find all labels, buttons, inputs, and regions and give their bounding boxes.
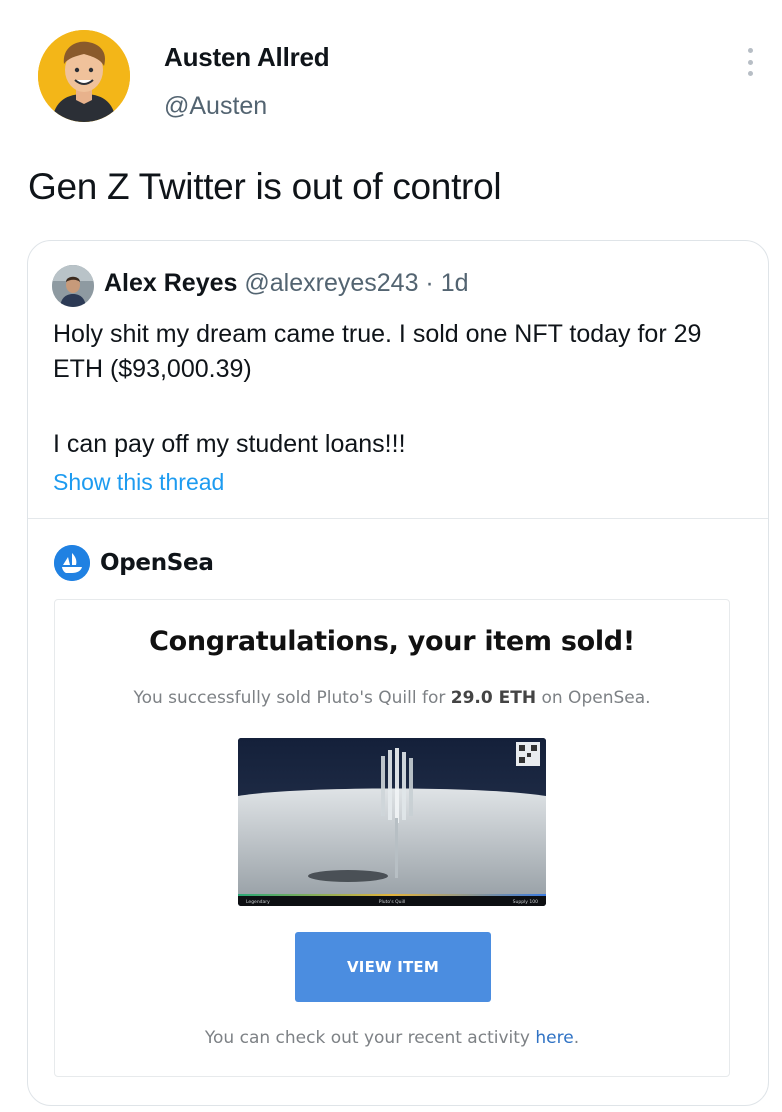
- nft-artwork: Legendary Pluto's Quill Supply 100: [238, 738, 546, 906]
- email-title: Congratulations, your item sold!: [149, 626, 635, 657]
- dot: [747, 59, 753, 65]
- avatar-portrait-icon: [38, 30, 130, 122]
- activity-link[interactable]: here: [535, 1028, 573, 1048]
- avatar-portrait-icon: [52, 265, 94, 307]
- quoted-author-avatar[interactable]: [52, 265, 94, 307]
- quoted-tweet-meta: Alex Reyes @alexreyes243 · 1d: [104, 269, 469, 298]
- email-subtitle: You successfully sold Pluto's Quill for …: [55, 688, 729, 708]
- author-name[interactable]: Austen Allred: [164, 42, 330, 73]
- author-avatar[interactable]: [38, 30, 130, 122]
- sale-amount: 29.0 ETH: [450, 688, 537, 708]
- quoted-author-name[interactable]: Alex Reyes: [104, 269, 237, 297]
- nft-label-right: Supply 100: [513, 899, 538, 905]
- quoted-tweet-text: Holy shit my dream came true. I sold one…: [53, 317, 753, 462]
- quoted-tweet-line: Holy shit my dream came true. I sold one…: [53, 320, 702, 383]
- opensea-logo-icon: [54, 545, 90, 581]
- more-vertical-icon[interactable]: [740, 44, 760, 80]
- dot: [747, 71, 753, 76]
- nft-preview-image[interactable]: Legendary Pluto's Quill Supply 100: [238, 738, 546, 906]
- email-card: Congratulations, your item sold! You suc…: [54, 599, 730, 1077]
- quoted-tweet-line: I can pay off my student loans!!!: [53, 430, 406, 458]
- email-footer-prefix: You can check out your recent activity: [204, 1028, 536, 1048]
- tweet-header: Austen Allred @Austen: [0, 0, 782, 150]
- email-footer-suffix: .: [573, 1028, 580, 1048]
- nft-label-center: Pluto's Quill: [379, 899, 406, 905]
- dot: [747, 48, 753, 53]
- quoted-tweet-body: Alex Reyes @alexreyes243 · 1d Holy shit …: [28, 241, 768, 519]
- email-footer: You can check out your recent activity h…: [55, 1028, 729, 1048]
- tweet-text: Gen Z Twitter is out of control: [28, 166, 502, 207]
- nft-label-left: Legendary: [246, 899, 270, 905]
- quoted-author-handle[interactable]: @alexreyes243: [244, 269, 418, 297]
- view-item-button[interactable]: VIEW ITEM: [295, 932, 491, 1002]
- opensea-name: OpenSea: [100, 550, 214, 576]
- author-handle[interactable]: @Austen: [164, 92, 267, 121]
- email-subtitle-prefix: You successfully sold Pluto's Quill for: [133, 688, 451, 708]
- email-subtitle-suffix: on OpenSea.: [536, 688, 651, 708]
- opensea-brand: OpenSea: [54, 543, 214, 583]
- quoted-tweet-card[interactable]: Alex Reyes @alexreyes243 · 1d Holy shit …: [27, 240, 769, 1106]
- show-thread-link[interactable]: Show this thread: [53, 469, 224, 496]
- quoted-tweet-time[interactable]: 1d: [441, 269, 469, 297]
- meta-separator: ·: [418, 269, 441, 297]
